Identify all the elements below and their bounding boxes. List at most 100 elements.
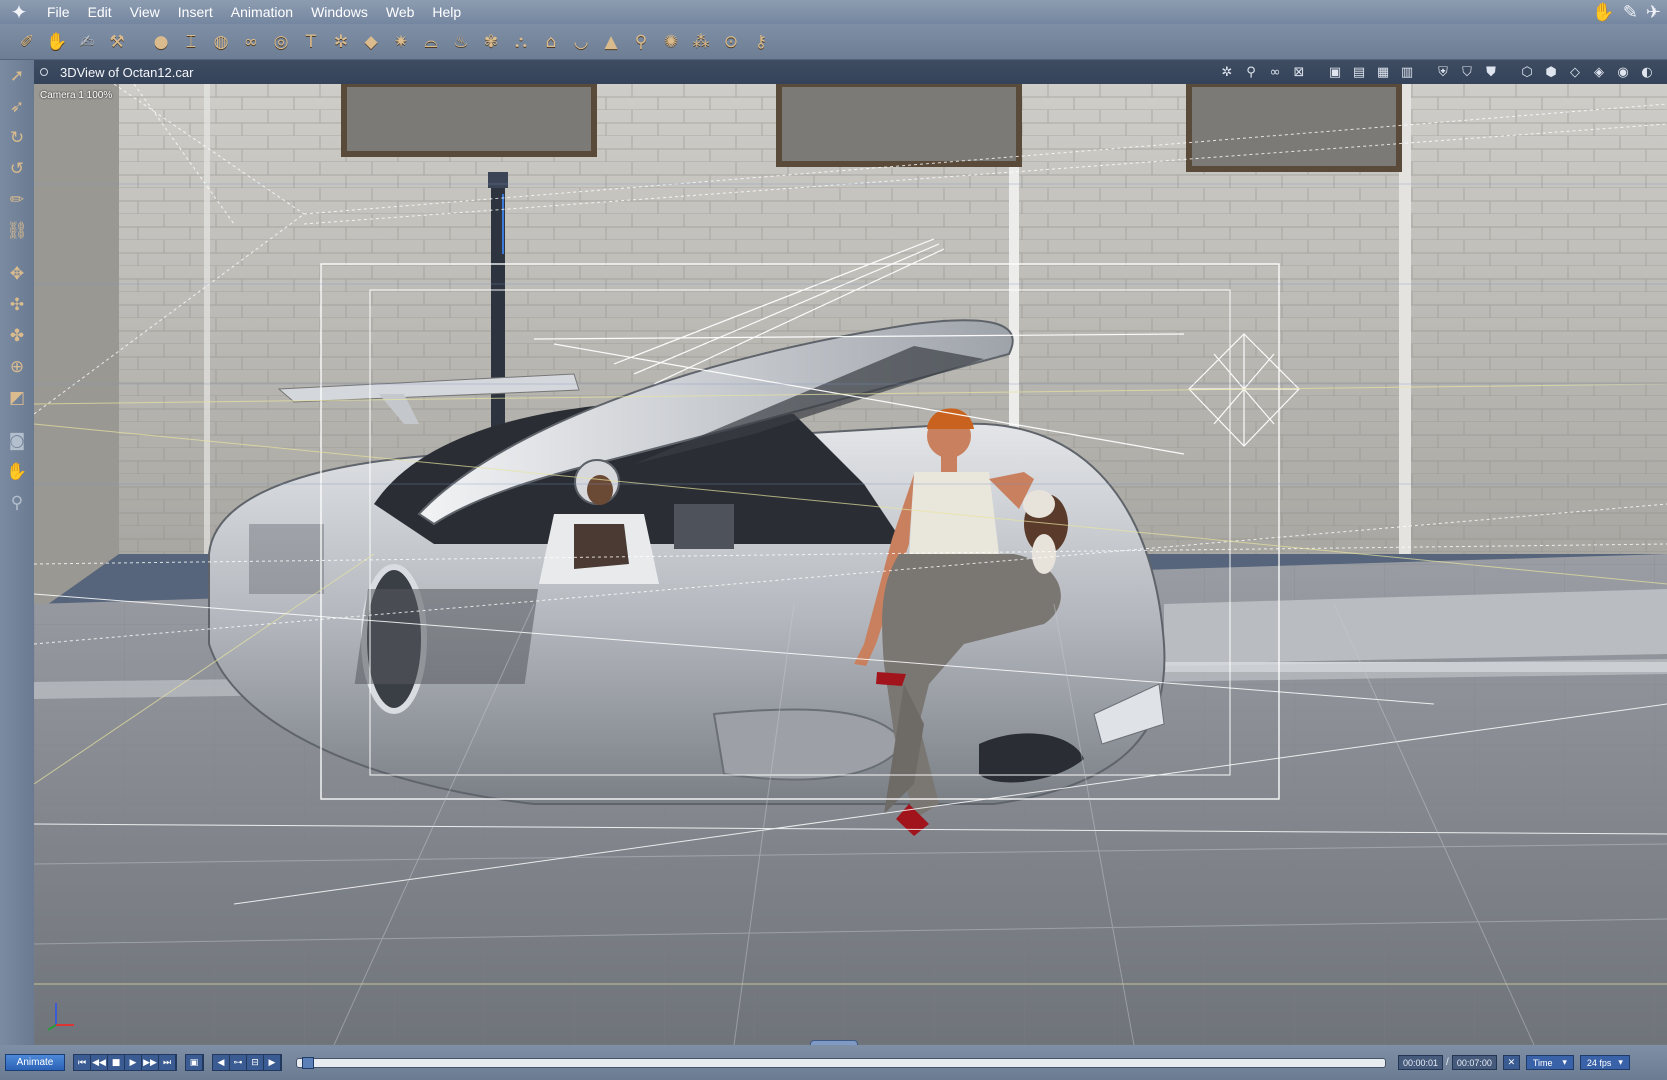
go-end-icon[interactable]: ⏭: [159, 1055, 176, 1070]
step-back-icon[interactable]: ◀◀: [91, 1055, 108, 1070]
prev-key-icon[interactable]: ◀: [213, 1055, 230, 1070]
move-plane-icon[interactable]: ✣: [0, 289, 34, 320]
menu-web[interactable]: Web: [377, 0, 424, 24]
knot-icon[interactable]: ✾: [476, 27, 506, 57]
go-start-icon[interactable]: ⏮: [74, 1055, 91, 1070]
select-icon[interactable]: ➚: [0, 60, 34, 91]
sphere-icon[interactable]: ●: [146, 27, 176, 57]
play-icon[interactable]: ▶: [125, 1055, 142, 1070]
scene-render[interactable]: Camera 1 100%: [34, 84, 1667, 1045]
step-forward-icon[interactable]: ▶▶: [142, 1055, 159, 1070]
burst-icon[interactable]: ✷: [386, 27, 416, 57]
cube-face-icon[interactable]: ◩: [0, 382, 34, 413]
hammer-tool-icon[interactable]: ⚒: [102, 27, 132, 57]
wrench-icon[interactable]: ⚷: [746, 27, 776, 57]
timeline-scrubber[interactable]: [296, 1056, 1386, 1069]
hidden-line-icon[interactable]: ◇: [1565, 62, 1585, 82]
menu-insert[interactable]: Insert: [169, 0, 222, 24]
menu-file[interactable]: File: [38, 0, 79, 24]
cone-icon[interactable]: ▲: [596, 27, 626, 57]
brush-tool-icon[interactable]: ✍: [72, 27, 102, 57]
menu-animation[interactable]: Animation: [222, 0, 302, 24]
rotate-icon[interactable]: ↻: [0, 122, 34, 153]
scene-image: [34, 84, 1667, 1045]
sculpt-mode-icon[interactable]: ✎: [1623, 2, 1638, 23]
key-controls: ◀ ⊶ ⊟ ▶: [212, 1054, 282, 1071]
shield-view-icon[interactable]: ⛨: [1433, 62, 1453, 82]
pin-icon[interactable]: ⚲: [626, 27, 656, 57]
chevron-down-icon: ▾: [1562, 1057, 1567, 1067]
camera-view-icon[interactable]: ⚲: [1241, 62, 1261, 82]
shield-outline-icon[interactable]: ⛉: [1457, 62, 1477, 82]
loop-icon[interactable]: ▣: [186, 1055, 203, 1070]
binoculars-icon[interactable]: ∞: [1265, 62, 1285, 82]
controls-gap: [1313, 62, 1321, 82]
camera-icon[interactable]: ◙: [0, 425, 34, 456]
i-beam-icon[interactable]: ⌶: [176, 27, 206, 57]
zoom-icon[interactable]: ⚲: [0, 487, 34, 518]
text-icon[interactable]: T: [296, 27, 326, 57]
two-view-icon[interactable]: ▤: [1349, 62, 1369, 82]
scrubber-handle[interactable]: [301, 1056, 314, 1069]
four-view-icon[interactable]: ▦: [1373, 62, 1393, 82]
close-timeline-icon[interactable]: ✕: [1502, 1055, 1520, 1070]
animate-button[interactable]: Animate: [5, 1054, 65, 1071]
hand-mode-icon[interactable]: ✋: [1592, 2, 1614, 23]
gizmo-icon[interactable]: ⊕: [0, 351, 34, 382]
wire-box-icon[interactable]: ⬡: [1517, 62, 1537, 82]
donut-icon[interactable]: ◎: [266, 27, 296, 57]
time-mode-select[interactable]: Time ▾: [1525, 1055, 1574, 1070]
menu-view[interactable]: View: [121, 0, 169, 24]
direct-select-icon[interactable]: ➶: [0, 91, 34, 122]
cap-icon[interactable]: ⌓: [416, 27, 446, 57]
next-key-icon[interactable]: ▶: [264, 1055, 281, 1070]
gear-icon[interactable]: ✲: [326, 27, 356, 57]
texture-shade-icon[interactable]: ◐: [1637, 62, 1657, 82]
menu-windows[interactable]: Windows: [302, 0, 377, 24]
move-icon[interactable]: ✥: [0, 258, 34, 289]
toolbar-separator: [132, 27, 146, 57]
pan-hand-icon[interactable]: ✋: [0, 456, 34, 487]
lamp-icon[interactable]: ⛬: [506, 27, 536, 57]
link-icon[interactable]: ⛓: [0, 215, 34, 246]
left-toolbar-separator: [0, 413, 34, 425]
hand-tool-icon[interactable]: ✋: [42, 27, 72, 57]
shaded-box-icon[interactable]: ◈: [1589, 62, 1609, 82]
mode-switcher: ✋ ✎ ✈: [1592, 0, 1661, 24]
chain-icon[interactable]: ∞: [236, 27, 266, 57]
current-time-field[interactable]: 00:00:01: [1398, 1055, 1444, 1070]
shield-smooth-icon[interactable]: ⛊: [1481, 62, 1501, 82]
bug-icon[interactable]: ✺: [656, 27, 686, 57]
globe-icon[interactable]: ◍: [206, 27, 236, 57]
people-icon[interactable]: ⁂: [686, 27, 716, 57]
flame-icon[interactable]: ♨: [446, 27, 476, 57]
fps-select[interactable]: 24 fps ▾: [1579, 1055, 1630, 1070]
add-key-icon[interactable]: ⊶: [230, 1055, 247, 1070]
menu-help[interactable]: Help: [423, 0, 470, 24]
bowl-icon[interactable]: ◡: [566, 27, 596, 57]
app-logo-icon[interactable]: ✦: [0, 0, 38, 24]
plane-icon[interactable]: ◆: [356, 27, 386, 57]
delete-key-icon[interactable]: ⊟: [247, 1055, 264, 1070]
render-mode-icon[interactable]: ✈: [1646, 2, 1661, 23]
single-view-icon[interactable]: ▣: [1325, 62, 1345, 82]
sweep-icon[interactable]: ↺: [0, 153, 34, 184]
house-icon[interactable]: ⌂: [536, 27, 566, 57]
light-view-icon[interactable]: ✲: [1217, 62, 1237, 82]
menu-edit[interactable]: Edit: [79, 0, 121, 24]
three-view-icon[interactable]: ▥: [1397, 62, 1417, 82]
viewport-close-icon[interactable]: [40, 68, 48, 76]
dot-box-icon[interactable]: ⬢: [1541, 62, 1561, 82]
toolbar: ✐ ✋ ✍ ⚒ ● ⌶ ◍ ∞ ◎ T ✲ ◆ ✷ ⌓ ♨ ✾ ⛬ ⌂ ◡ ▲ …: [0, 24, 1667, 60]
scale-icon[interactable]: ✤: [0, 320, 34, 351]
chevron-down-icon: ▾: [1618, 1057, 1623, 1067]
pen-tool-icon[interactable]: ✐: [12, 27, 42, 57]
ring-icon[interactable]: ⊙: [716, 27, 746, 57]
end-time-field[interactable]: 00:07:00: [1451, 1055, 1497, 1070]
stop-icon[interactable]: ■: [108, 1055, 125, 1070]
smooth-shade-icon[interactable]: ◉: [1613, 62, 1633, 82]
pencil-icon[interactable]: ✏: [0, 184, 34, 215]
fps-value: 24 fps: [1586, 1057, 1612, 1068]
frame-all-icon[interactable]: ⊠: [1289, 62, 1309, 82]
camera-label: Camera 1 100%: [40, 90, 113, 101]
